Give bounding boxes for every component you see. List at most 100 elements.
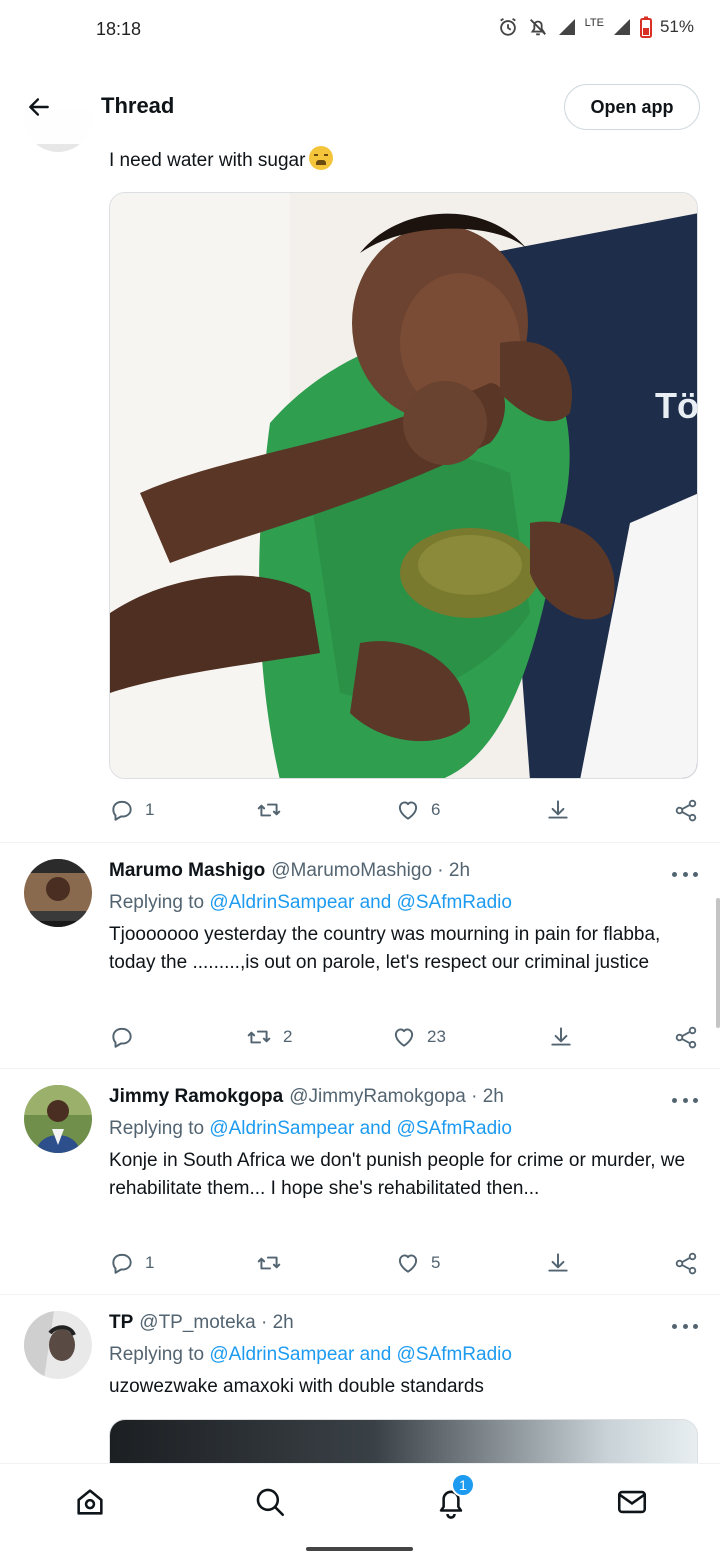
nav-messages[interactable] xyxy=(612,1482,652,1522)
like-button[interactable]: 5 xyxy=(395,1245,440,1281)
share-button[interactable] xyxy=(673,1245,699,1281)
tweet-text: uzowezwake amaxoki with double standards xyxy=(109,1376,484,1397)
reply-button[interactable] xyxy=(109,1019,145,1055)
tweet-header: Marumo Mashigo @MarumoMashigo · 2h xyxy=(109,860,470,882)
tweet-header: TP @TP_moteka · 2h xyxy=(109,1312,294,1334)
divider xyxy=(0,842,720,843)
share-button[interactable] xyxy=(673,1019,699,1055)
heart-icon xyxy=(398,801,418,820)
status-icons: LTE 51% xyxy=(497,16,694,38)
reply-button[interactable]: 1 xyxy=(109,1245,154,1281)
weary-face-emoji-icon xyxy=(309,146,334,170)
bottom-nav xyxy=(0,1463,720,1537)
share-icon xyxy=(675,1026,697,1049)
status-bar: 18:18 LTE 51% xyxy=(0,0,720,60)
display-name[interactable]: TP xyxy=(109,1312,133,1333)
reply-icon xyxy=(112,1027,132,1048)
download-icon xyxy=(548,800,568,819)
like-button[interactable]: 6 xyxy=(395,792,440,828)
share-icon xyxy=(675,1252,697,1275)
retweet-icon xyxy=(257,803,281,817)
back-arrow-icon xyxy=(29,98,49,116)
retweet-button[interactable] xyxy=(255,1245,293,1281)
user-handle: @JimmyRamokgopa · 2h xyxy=(289,1086,504,1107)
back-button[interactable] xyxy=(22,90,56,124)
open-app-button[interactable]: Open app xyxy=(564,84,700,130)
avatar-image xyxy=(24,1311,92,1379)
page-title: Thread xyxy=(101,93,175,118)
avatar-image xyxy=(24,859,92,927)
home-icon xyxy=(77,1489,103,1515)
avatar[interactable] xyxy=(24,1085,92,1153)
display-name[interactable]: Marumo Mashigo xyxy=(109,860,265,881)
more-options-button[interactable] xyxy=(672,868,698,880)
share-button[interactable] xyxy=(673,792,699,828)
home-indicator[interactable] xyxy=(306,1547,413,1551)
reply-icon xyxy=(112,1253,132,1274)
reply-button[interactable]: 1 xyxy=(109,792,154,828)
status-time: 18:18 xyxy=(96,19,142,39)
retweet-button[interactable] xyxy=(255,792,293,828)
battery-icon xyxy=(639,16,652,38)
tweet-text: Tjooooooo yesterday the country was mour… xyxy=(109,924,661,973)
mute-bell-icon xyxy=(529,19,546,36)
nav-search[interactable] xyxy=(250,1482,290,1522)
more-options-button[interactable] xyxy=(672,1320,698,1332)
share-icon xyxy=(675,799,697,822)
mail-icon xyxy=(617,1490,647,1514)
battery-level: 51% xyxy=(659,17,694,36)
retweet-icon xyxy=(257,1256,281,1270)
display-name[interactable]: Jimmy Ramokgopa xyxy=(109,1086,283,1107)
user-handle: @TP_moteka · 2h xyxy=(139,1312,294,1333)
dot-icon xyxy=(693,1323,698,1329)
tweet-actions: 1 6 xyxy=(109,792,699,828)
mention-link[interactable]: @AldrinSampear and @SAfmRadio xyxy=(209,1344,512,1365)
scrollbar[interactable] xyxy=(716,898,720,1028)
notification-badge: 1 xyxy=(451,1473,475,1497)
mention-link[interactable]: @AldrinSampear and @SAfmRadio xyxy=(209,892,512,913)
retweet-icon xyxy=(247,1030,271,1044)
avatar[interactable] xyxy=(24,859,92,927)
tweet-actions: 2 23 xyxy=(109,1019,699,1055)
replying-prefix: Replying to xyxy=(109,1118,210,1139)
tweet-photo[interactable]: TöF xyxy=(109,192,698,779)
download-button[interactable] xyxy=(548,1019,574,1055)
replying-to: Replying to @AldrinSampear and @SAfmRadi… xyxy=(109,892,512,914)
reply-count: 1 xyxy=(145,1253,155,1272)
tweet-text: Konje in South Africa we don't punish pe… xyxy=(109,1150,686,1199)
retweet-count: 2 xyxy=(283,1027,293,1046)
tweet-text-content: I need water with sugar xyxy=(109,150,306,171)
reply-icon xyxy=(112,800,132,821)
nav-home[interactable] xyxy=(70,1482,110,1522)
tweet-text: I need water with sugar xyxy=(109,146,334,172)
like-count: 23 xyxy=(427,1027,446,1046)
dot-icon xyxy=(693,871,698,877)
tweet-actions: 1 5 xyxy=(109,1245,699,1281)
retweet-button[interactable]: 2 xyxy=(245,1019,292,1055)
dot-icon xyxy=(693,1097,698,1103)
alarm-icon xyxy=(499,17,516,36)
more-options-button[interactable] xyxy=(672,1094,698,1106)
dot-icon xyxy=(682,871,688,877)
dot-icon xyxy=(672,1323,677,1329)
avatar[interactable] xyxy=(24,1311,92,1379)
download-icon xyxy=(551,1027,571,1046)
reply-count: 1 xyxy=(145,800,155,819)
signal-icon xyxy=(558,19,575,35)
user-handle: @MarumoMashigo · 2h xyxy=(271,860,471,881)
download-button[interactable] xyxy=(545,792,571,828)
mention-link[interactable]: @AldrinSampear and @SAfmRadio xyxy=(209,1118,512,1139)
heart-icon xyxy=(394,1028,414,1047)
like-count: 6 xyxy=(431,800,441,819)
divider xyxy=(0,1068,720,1069)
download-icon xyxy=(548,1253,568,1272)
dot-icon xyxy=(682,1323,688,1329)
heart-icon xyxy=(398,1254,418,1273)
replying-prefix: Replying to xyxy=(109,892,210,913)
like-count: 5 xyxy=(431,1253,441,1272)
dot-icon xyxy=(672,1097,677,1103)
like-button[interactable]: 23 xyxy=(391,1019,446,1055)
download-button[interactable] xyxy=(545,1245,571,1281)
photo-illustration: TöF xyxy=(110,193,697,778)
search-icon xyxy=(256,1488,285,1517)
